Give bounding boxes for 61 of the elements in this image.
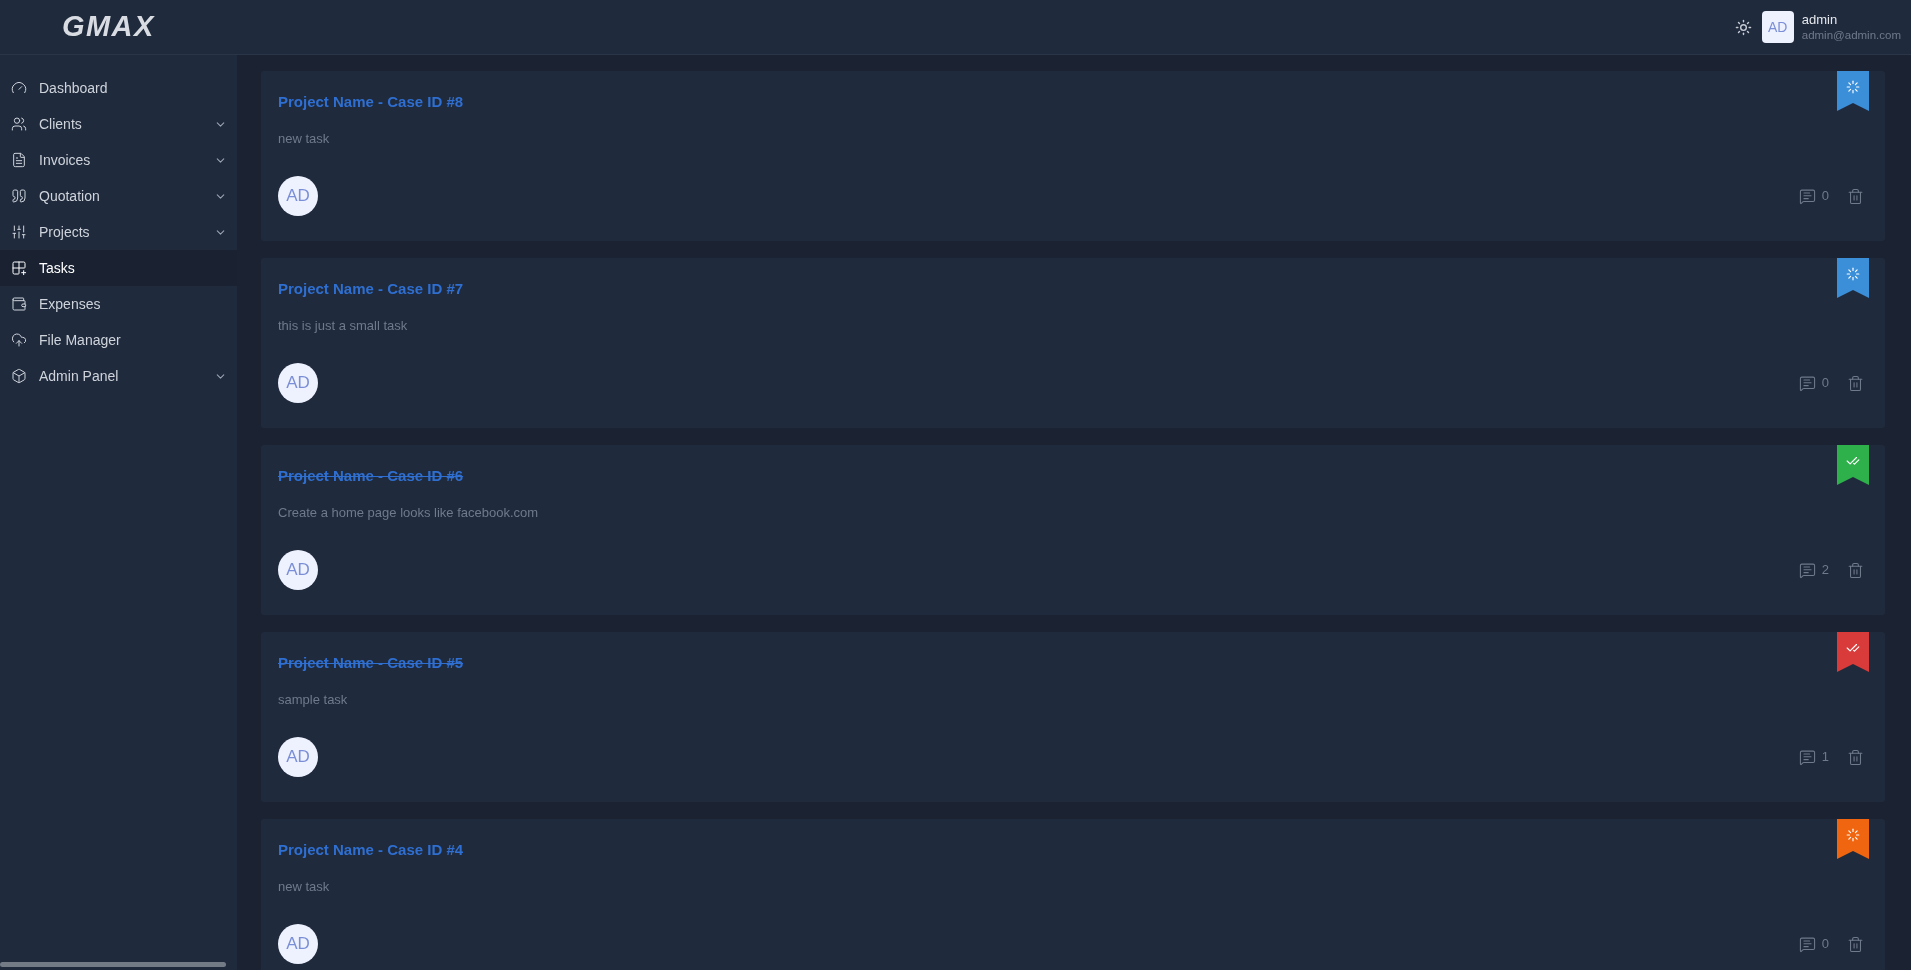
delete-button[interactable] bbox=[1847, 187, 1864, 205]
box-icon bbox=[11, 368, 27, 384]
assignee-avatar: AD bbox=[278, 737, 318, 777]
assignee-avatar: AD bbox=[278, 924, 318, 964]
sidebar-item[interactable]: Expenses bbox=[0, 286, 237, 322]
sidebar-item[interactable]: Quotation bbox=[0, 178, 237, 214]
sidebar-item[interactable]: Clients bbox=[0, 106, 237, 142]
comment-count: 1 bbox=[1821, 748, 1829, 767]
cloud-upload-icon bbox=[11, 332, 27, 348]
sidebar-item[interactable]: Projects bbox=[0, 214, 237, 250]
delete-button[interactable] bbox=[1847, 561, 1864, 579]
comment-icon[interactable] bbox=[1798, 187, 1816, 205]
spinner-icon bbox=[1846, 828, 1860, 842]
double-check-icon bbox=[1846, 454, 1860, 468]
comment-count: 0 bbox=[1821, 187, 1829, 206]
sidebar-label: Projects bbox=[39, 222, 91, 242]
sidebar-label: Invoices bbox=[39, 150, 92, 170]
spinner-icon bbox=[1846, 80, 1860, 94]
user-name: admin bbox=[1801, 11, 1839, 28]
task-description: this is just a small task bbox=[278, 316, 409, 335]
double-check-icon bbox=[1846, 641, 1860, 655]
assignee-avatar: AD bbox=[278, 363, 318, 403]
assignee-avatar: AD bbox=[278, 176, 318, 216]
comment-count: 2 bbox=[1821, 561, 1829, 580]
gauge-icon bbox=[11, 80, 27, 96]
document-icon bbox=[11, 152, 27, 168]
comment-icon[interactable] bbox=[1798, 561, 1816, 579]
task-description: Create a home page looks like facebook.com bbox=[278, 503, 540, 522]
comment-count: 0 bbox=[1821, 374, 1829, 393]
comment-icon[interactable] bbox=[1798, 748, 1816, 766]
delete-button[interactable] bbox=[1847, 374, 1864, 392]
sidebar-item[interactable]: Dashboard bbox=[0, 70, 237, 106]
users-icon bbox=[11, 116, 27, 132]
sidebar-item[interactable]: Admin Panel bbox=[0, 358, 237, 394]
sidebar-label: Admin Panel bbox=[39, 366, 120, 386]
sliders-icon bbox=[11, 224, 27, 240]
sidebar-label: Clients bbox=[39, 114, 83, 134]
sidebar-label: Quotation bbox=[39, 186, 101, 206]
comment-icon[interactable] bbox=[1798, 935, 1816, 953]
sidebar-item[interactable]: File Manager bbox=[0, 322, 237, 358]
sidebar-item[interactable]: Invoices bbox=[0, 142, 237, 178]
quote-icon bbox=[11, 188, 27, 204]
spinner-icon bbox=[1846, 267, 1860, 281]
wallet-icon bbox=[11, 296, 27, 312]
user-email: admin@admin.com bbox=[1801, 27, 1901, 43]
scrollbar-thumb[interactable] bbox=[0, 962, 226, 967]
delete-button[interactable] bbox=[1847, 935, 1864, 953]
logo: GMAX bbox=[62, 9, 155, 45]
task-description: sample task bbox=[278, 690, 349, 709]
sidebar-label: File Manager bbox=[39, 330, 122, 350]
task-description: new task bbox=[278, 129, 331, 148]
sidebar-label: Expenses bbox=[39, 294, 102, 314]
grid-plus-icon bbox=[11, 260, 27, 276]
delete-button[interactable] bbox=[1847, 748, 1864, 766]
sidebar-label: Tasks bbox=[39, 258, 76, 278]
comment-icon[interactable] bbox=[1798, 374, 1816, 392]
task-description: new task bbox=[278, 877, 331, 896]
comment-count: 0 bbox=[1821, 935, 1829, 954]
assignee-avatar: AD bbox=[278, 550, 318, 590]
sidebar-label: Dashboard bbox=[39, 78, 109, 98]
sidebar-item[interactable]: Tasks bbox=[0, 250, 237, 286]
